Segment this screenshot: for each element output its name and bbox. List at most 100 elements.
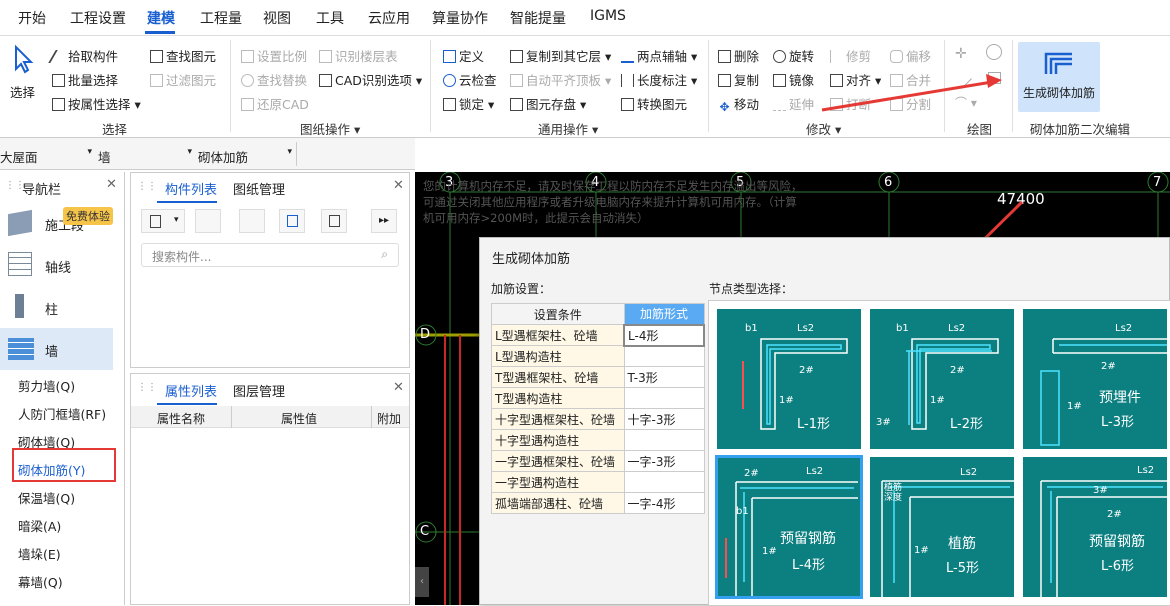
save-element-button[interactable]: 图元存盘 ▾ [510,94,586,113]
nav-sub-wall-pier[interactable]: 墙垛(E) [18,544,61,563]
nav-sub-shear-wall[interactable]: 剪力墙(Q) [18,376,75,395]
mirror-button[interactable]: 镜像 [773,70,814,89]
table-row[interactable]: 十字型遇框架柱、砼墙 十字-3形 [491,408,705,430]
find-element-button[interactable]: 查找图元 [150,46,216,65]
offset-button[interactable]: 偏移 [890,46,931,65]
select-button[interactable]: 选择 [6,44,40,104]
copy-to-floor-button[interactable]: 复制到其它层 ▾ [510,46,611,65]
point-icon[interactable]: ✛ [955,46,967,62]
merge-button[interactable]: 合并 [890,70,931,89]
rect-icon[interactable] [988,72,1001,84]
rotate-button[interactable]: 旋转 [773,46,814,65]
memory-warning: 您的计算机内存不足，请及时保存工程以防内存不足发生内存溢出等风险，可通过关闭其他… [423,179,803,225]
floor-select[interactable]: 大屋面 ▾ [0,147,92,166]
free-trial-badge[interactable]: 免费体验 [63,207,113,225]
tab-property-list[interactable]: 属性列表 [165,381,217,400]
split-button[interactable]: 分割 [890,94,931,113]
delete-button[interactable]: 删除 [718,46,759,65]
dimension-text: 47400 [997,190,1045,208]
line-icon[interactable] [952,69,972,89]
menu-modeling[interactable]: 建模 [147,8,175,28]
menu-view[interactable]: 视图 [263,8,291,28]
batch-select-button[interactable]: 批量选择 [52,70,118,89]
tab-drawing-management[interactable]: 图纸管理 [233,179,285,198]
cad-options-button[interactable]: CAD识别选项 ▾ [319,70,422,89]
node-l1[interactable]: b1 Ls2 2# 1# L-1形 [715,307,863,451]
set-scale-button[interactable]: 设置比例 [241,46,307,65]
table-row[interactable]: 一字型遇构造柱 [491,471,705,493]
restore-cad-button[interactable]: 还原CAD [241,94,309,113]
collapse-arrow-icon[interactable]: ‹ [415,567,429,597]
layer-copy-button[interactable] [279,209,305,233]
delete-component-button[interactable] [239,209,265,233]
close-icon[interactable]: ✕ [106,177,117,192]
length-dim-button[interactable]: 长度标注 ▾ [621,70,697,89]
tab-component-list[interactable]: 构件列表 [165,179,217,198]
table-row[interactable]: 十字型遇构造柱 [491,429,705,451]
menu-start[interactable]: 开始 [18,8,46,28]
nav-sub-civil-door-wall[interactable]: 人防门框墙(RF) [18,404,106,423]
menu-project-settings[interactable]: 工程设置 [70,8,126,28]
select-by-attr-button[interactable]: 按属性选择 ▾ [52,94,141,113]
copy-component-button[interactable] [195,209,221,233]
scale-icon [241,50,254,63]
move-button[interactable]: ✥ 移动 [718,94,759,114]
table-row[interactable]: 孤墙端部遇柱、砼墙 一字-4形 [491,492,705,514]
table-row[interactable]: T型遇构造柱 [491,387,705,409]
grid-icon [8,252,32,276]
save-component-button[interactable] [321,209,347,233]
copy-button[interactable]: 复制 [718,70,759,89]
table-row[interactable]: 一字型遇框架柱、砼墙 一字-3形 [491,450,705,472]
close-icon[interactable]: ✕ [393,380,404,395]
search-input[interactable]: 搜索构件... ⌕ [141,243,399,267]
lock-button[interactable]: 锁定 ▾ [443,94,494,113]
find-replace-button[interactable]: 查找替换 [241,70,307,89]
cloud-check-button[interactable]: 云检查 [443,70,497,89]
filter-element-button[interactable]: 过滤图元 [150,70,216,89]
node-l3[interactable]: Ls2 2# 1# 预埋件 L-3形 [1021,307,1169,451]
table-row[interactable]: L型遇构造柱 [491,345,705,367]
new-component-button[interactable]: ▾ [141,209,185,233]
menu-smart[interactable]: 智能提量 [510,8,566,28]
pick-component-button[interactable]: 拾取构件 [48,46,118,65]
expand-icon[interactable]: ▸▸ [371,209,397,233]
break-button[interactable]: 打断 [830,94,871,113]
nav-item-segment[interactable]: 施工段 免费体验 [0,202,113,244]
align-top-icon [510,74,523,87]
circle-icon[interactable] [986,44,1002,60]
table-row[interactable]: T型遇框架柱、砼墙 T-3形 [491,366,705,388]
tab-layer-management[interactable]: 图层管理 [233,381,285,400]
nav-item-column[interactable]: 柱 [0,286,113,328]
category-select[interactable]: 墙 ▾ [98,147,192,166]
two-point-axis-button[interactable]: 两点辅轴 ▾ [621,46,697,65]
node-l6[interactable]: 3# Ls2 2# 预留钢筋 L-6形 [1021,455,1169,599]
node-l3-diagram [1040,338,1167,446]
menu-collab[interactable]: 算量协作 [432,8,488,28]
nav-item-wall[interactable]: 墙 [0,328,113,370]
node-l5[interactable]: 植筋深度 Ls2 1# 植筋 L-5形 [868,455,1016,599]
menu-igms[interactable]: IGMS [590,8,626,24]
close-icon[interactable]: ✕ [393,178,404,193]
nav-sub-insulation-wall[interactable]: 保温墙(Q) [18,488,75,507]
menu-cloud[interactable]: 云应用 [368,8,410,28]
nav-sub-masonry-rebar[interactable]: 砌体加筋(Y) [18,460,85,479]
extend-button[interactable]: 延伸 [773,94,814,113]
menu-quantity[interactable]: 工程量 [200,8,242,28]
table-row[interactable]: L型遇框架柱、砼墙 L-4形 [491,323,705,347]
generate-masonry-rebar-button[interactable]: 生成砌体加筋 [1018,42,1100,112]
nav-item-axis[interactable]: 轴线 [0,244,113,286]
auto-align-top-button[interactable]: 自动平齐顶板 ▾ [510,70,611,89]
trim-button[interactable]: 修剪 [830,46,871,65]
node-l2[interactable]: b1 Ls2 2# 1# 3# L-2形 [868,307,1016,451]
copy-floor-icon [510,50,523,63]
nav-sub-curtain-wall[interactable]: 幕墙(Q) [18,572,63,591]
convert-element-button[interactable]: 转换图元 [621,94,687,113]
align-button[interactable]: 对齐 ▾ [830,70,881,89]
menu-tools[interactable]: 工具 [316,8,344,28]
arc-icon[interactable]: ⌒ ▾ [955,94,977,111]
define-button[interactable]: 定义 [443,46,484,65]
node-l4[interactable]: 2# Ls2 b1 1# 预留钢筋 L-4形 [715,455,863,599]
type-select[interactable]: 砌体加筋 ▾ [198,147,292,166]
identify-floor-table-button[interactable]: 识别楼层表 [319,46,398,65]
nav-sub-hidden-beam[interactable]: 暗梁(A) [18,516,61,535]
